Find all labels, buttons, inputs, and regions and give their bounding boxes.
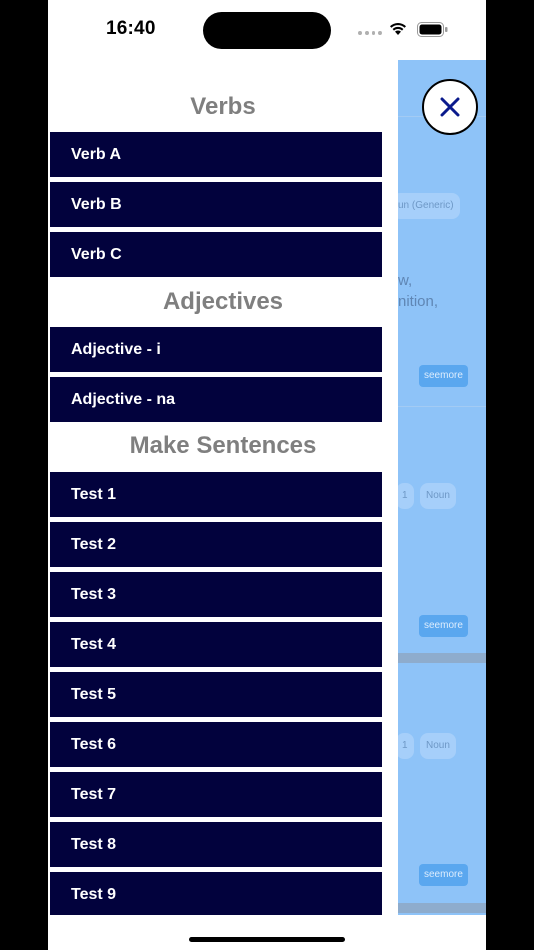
- bottom-bar: [48, 915, 486, 950]
- category-chip: un (Generic): [398, 193, 460, 219]
- menu-item-test-8[interactable]: Test 8: [50, 822, 382, 867]
- menu-item-test-1[interactable]: Test 1: [50, 472, 382, 517]
- category-chip: 1: [398, 483, 414, 509]
- wifi-icon: [390, 23, 406, 35]
- section-heading-adjectives: Adjectives: [162, 288, 284, 315]
- divider: [398, 653, 486, 663]
- close-icon: [440, 97, 460, 117]
- status-time: 16:40: [106, 18, 156, 39]
- battery-icon: [417, 22, 448, 37]
- menu-item-adjective-na[interactable]: Adjective - na: [50, 377, 382, 422]
- menu-item-test-3[interactable]: Test 3: [50, 572, 382, 617]
- section-heading-make-sentences: Make Sentences: [129, 432, 317, 459]
- background-app-panel: un (Generic) w, nition, seemore 1 Noun s…: [398, 60, 486, 915]
- menu-item-adjective-i[interactable]: Adjective - i: [50, 327, 382, 372]
- menu-item-test-4[interactable]: Test 4: [50, 622, 382, 667]
- category-chip: Noun: [420, 483, 456, 509]
- divider: [398, 406, 486, 407]
- menu-item-test-6[interactable]: Test 6: [50, 722, 382, 767]
- close-menu-button[interactable]: [422, 79, 478, 135]
- dynamic-island: [203, 12, 331, 49]
- cellular-signal-icon: [358, 31, 382, 37]
- definition-text: w,: [398, 272, 413, 289]
- menu-item-test-2[interactable]: Test 2: [50, 522, 382, 567]
- divider: [398, 903, 486, 913]
- side-menu-drawer: Verbs Verb A Verb B Verb C Adjectives Ad…: [48, 60, 398, 917]
- menu-item-test-9[interactable]: Test 9: [50, 872, 382, 917]
- section-heading-verbs: Verbs: [190, 93, 256, 120]
- menu-item-test-7[interactable]: Test 7: [50, 772, 382, 817]
- menu-item-verb-c[interactable]: Verb C: [50, 232, 382, 277]
- menu-item-test-5[interactable]: Test 5: [50, 672, 382, 717]
- seemore-button[interactable]: seemore: [419, 864, 468, 886]
- menu-item-verb-a[interactable]: Verb A: [50, 132, 382, 177]
- category-chip: 1: [398, 733, 414, 759]
- definition-text: nition,: [398, 293, 439, 310]
- menu-item-verb-b[interactable]: Verb B: [50, 182, 382, 227]
- category-chip: Noun: [420, 733, 456, 759]
- seemore-button[interactable]: seemore: [419, 365, 468, 387]
- seemore-button[interactable]: seemore: [419, 615, 468, 637]
- status-bar: 16:40: [48, 0, 486, 60]
- home-indicator[interactable]: [189, 937, 345, 942]
- phone-screen: 16:40 un (Generic) w, nition, seemore 1 …: [48, 0, 486, 950]
